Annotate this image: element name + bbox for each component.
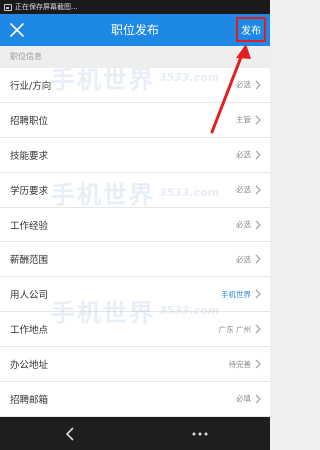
chevron-right-icon — [254, 324, 262, 334]
chevron-right-icon — [254, 220, 262, 230]
row-value: 必填 — [236, 394, 251, 404]
more-icon — [192, 432, 208, 435]
chevron-right-icon — [254, 394, 262, 404]
chevron-right-icon — [254, 80, 262, 90]
row-experience[interactable]: 工作经验 必选 — [0, 208, 270, 243]
row-value: 必选 — [236, 80, 251, 90]
publish-button[interactable]: 发布 — [236, 17, 266, 42]
row-label: 招聘职位 — [10, 115, 49, 127]
chevron-right-icon — [254, 254, 262, 264]
navigation-bar — [0, 417, 270, 450]
row-value: 必选 — [236, 254, 251, 264]
row-industry[interactable]: 行业/方向 必选 — [0, 68, 270, 103]
row-email[interactable]: 招聘邮箱 必填 — [0, 382, 270, 417]
row-label: 办公地址 — [10, 360, 49, 372]
row-value: 必选 — [236, 220, 251, 229]
row-education[interactable]: 学历要求 必选 — [0, 173, 270, 208]
screenshot-icon — [4, 3, 12, 11]
section-label: 职位信息 — [0, 46, 270, 68]
header-bar: 职位发布 发布 — [0, 14, 270, 46]
row-label: 工作经验 — [10, 220, 49, 232]
chevron-right-icon — [254, 185, 262, 195]
row-label: 学历要求 — [10, 185, 49, 197]
row-company[interactable]: 用人公司 手机世界 — [0, 277, 270, 313]
close-icon — [10, 23, 24, 37]
row-label: 技能要求 — [10, 150, 49, 162]
status-text: 正在保存屏幕截图... — [15, 3, 78, 11]
row-value: 待完善 — [228, 359, 252, 369]
chevron-right-icon — [254, 359, 262, 369]
page-title: 职位发布 — [110, 23, 159, 37]
chevron-right-icon — [254, 115, 262, 125]
row-value: 手机世界 — [221, 289, 251, 299]
back-icon — [65, 426, 74, 441]
more-button[interactable] — [186, 422, 214, 446]
row-label: 用人公司 — [10, 290, 49, 302]
row-label: 行业/方向 — [10, 80, 52, 92]
row-location[interactable]: 工作地点 广东 广州 — [0, 312, 270, 348]
row-label: 工作地点 — [10, 325, 49, 337]
row-position[interactable]: 招聘职位 主管 — [0, 103, 270, 138]
row-office-address[interactable]: 办公地址 待完善 — [0, 347, 270, 383]
close-button[interactable] — [8, 21, 26, 39]
row-value: 主管 — [236, 115, 251, 125]
chevron-right-icon — [254, 289, 262, 299]
row-salary[interactable]: 薪酬范围 必选 — [0, 242, 270, 278]
job-info-list: 行业/方向 必选 招聘职位 主管 技能要求 必选 学历要求 必选 工作经验 必选… — [0, 68, 270, 417]
chevron-right-icon — [254, 150, 262, 160]
row-value: 必选 — [236, 150, 251, 160]
row-value: 广东 广州 — [218, 324, 251, 334]
status-bar: 正在保存屏幕截图... — [0, 0, 270, 14]
row-value: 必选 — [236, 185, 251, 195]
row-skills[interactable]: 技能要求 必选 — [0, 138, 270, 173]
back-button[interactable] — [56, 422, 84, 446]
row-label: 薪酬范围 — [10, 255, 49, 267]
row-label: 招聘邮箱 — [10, 394, 49, 406]
